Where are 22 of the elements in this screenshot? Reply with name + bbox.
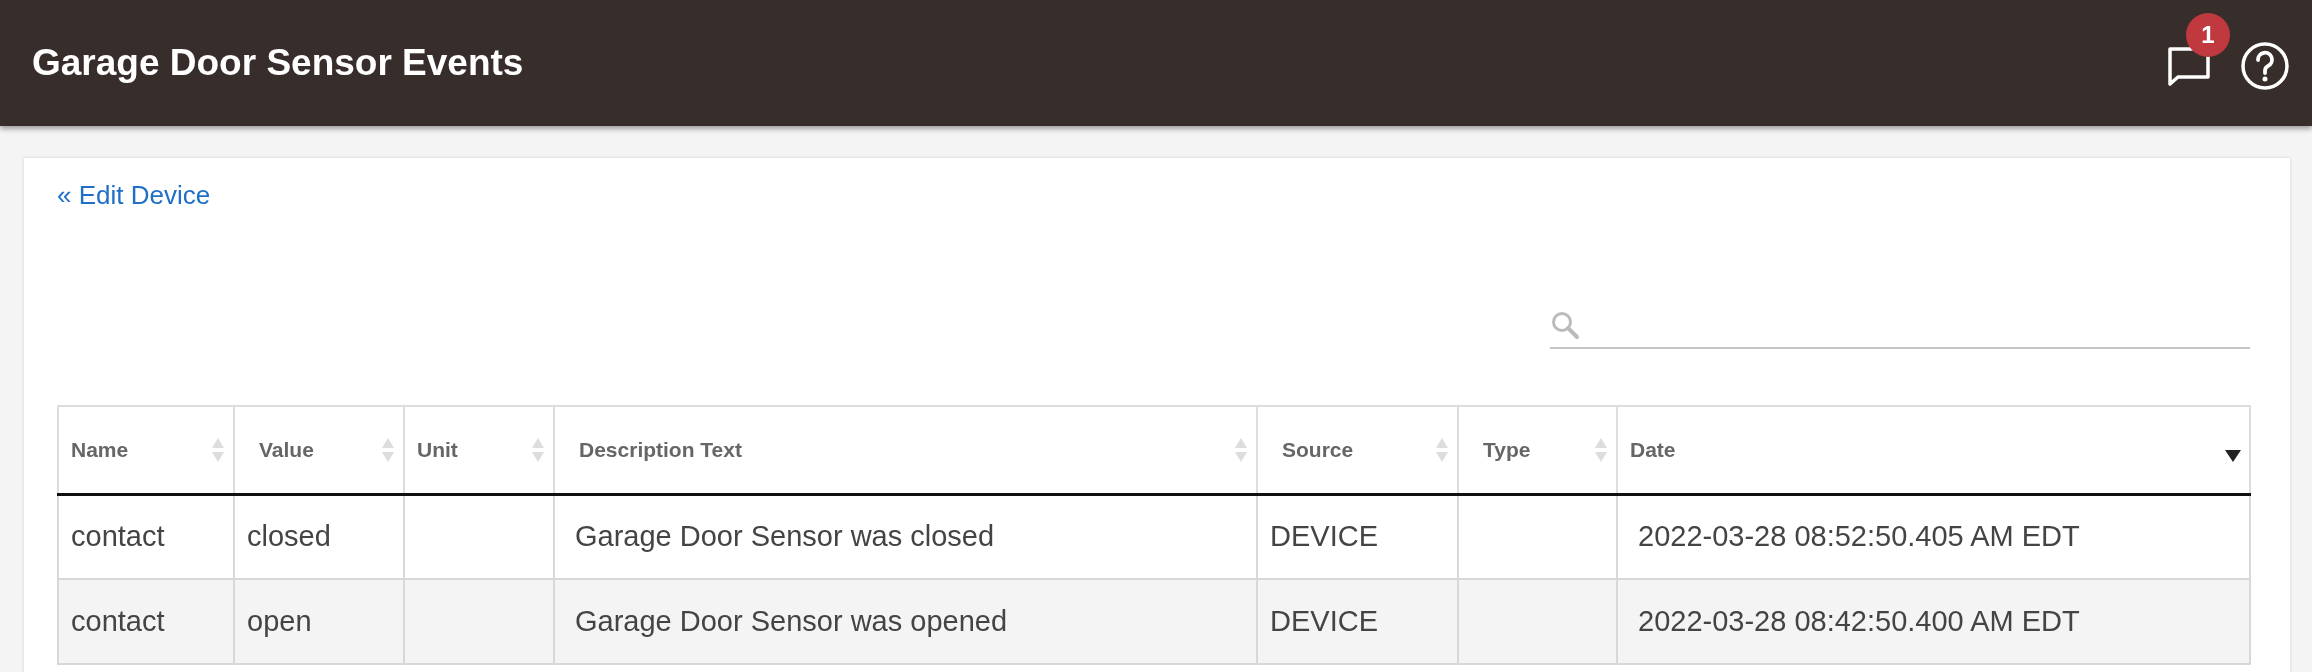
help-icon[interactable] — [2240, 41, 2290, 91]
column-header[interactable]: Description Text — [554, 406, 1257, 494]
table-cell: 2022-03-28 08:52:50.405 AM EDT — [1638, 520, 2080, 553]
table-cell: DEVICE — [1270, 520, 1378, 553]
table-cell: open — [247, 605, 312, 637]
table-cell: contact — [71, 605, 165, 637]
column-header[interactable]: Date — [1617, 406, 2250, 494]
table-cell: Garage Door Sensor was opened — [575, 605, 1008, 637]
column-header[interactable]: Value — [234, 406, 404, 494]
table-cell: contact — [71, 520, 165, 553]
column-header[interactable]: Source — [1257, 406, 1458, 494]
page-title: Garage Door Sensor Events — [32, 42, 525, 84]
table-cell: Garage Door Sensor was closed — [575, 520, 995, 553]
column-header[interactable]: Unit — [404, 406, 554, 494]
search-icon — [1550, 310, 1580, 340]
table-cell: 2022-03-28 08:42:50.400 AM EDT — [1638, 605, 2080, 637]
notification-badge: 1 — [2186, 13, 2230, 57]
column-header[interactable]: Name — [58, 406, 234, 494]
column-header[interactable]: Type — [1458, 406, 1617, 494]
table-cell: DEVICE — [1270, 605, 1378, 637]
table-cell: closed — [247, 520, 331, 553]
edit-device-link[interactable]: « Edit Device — [57, 180, 211, 211]
